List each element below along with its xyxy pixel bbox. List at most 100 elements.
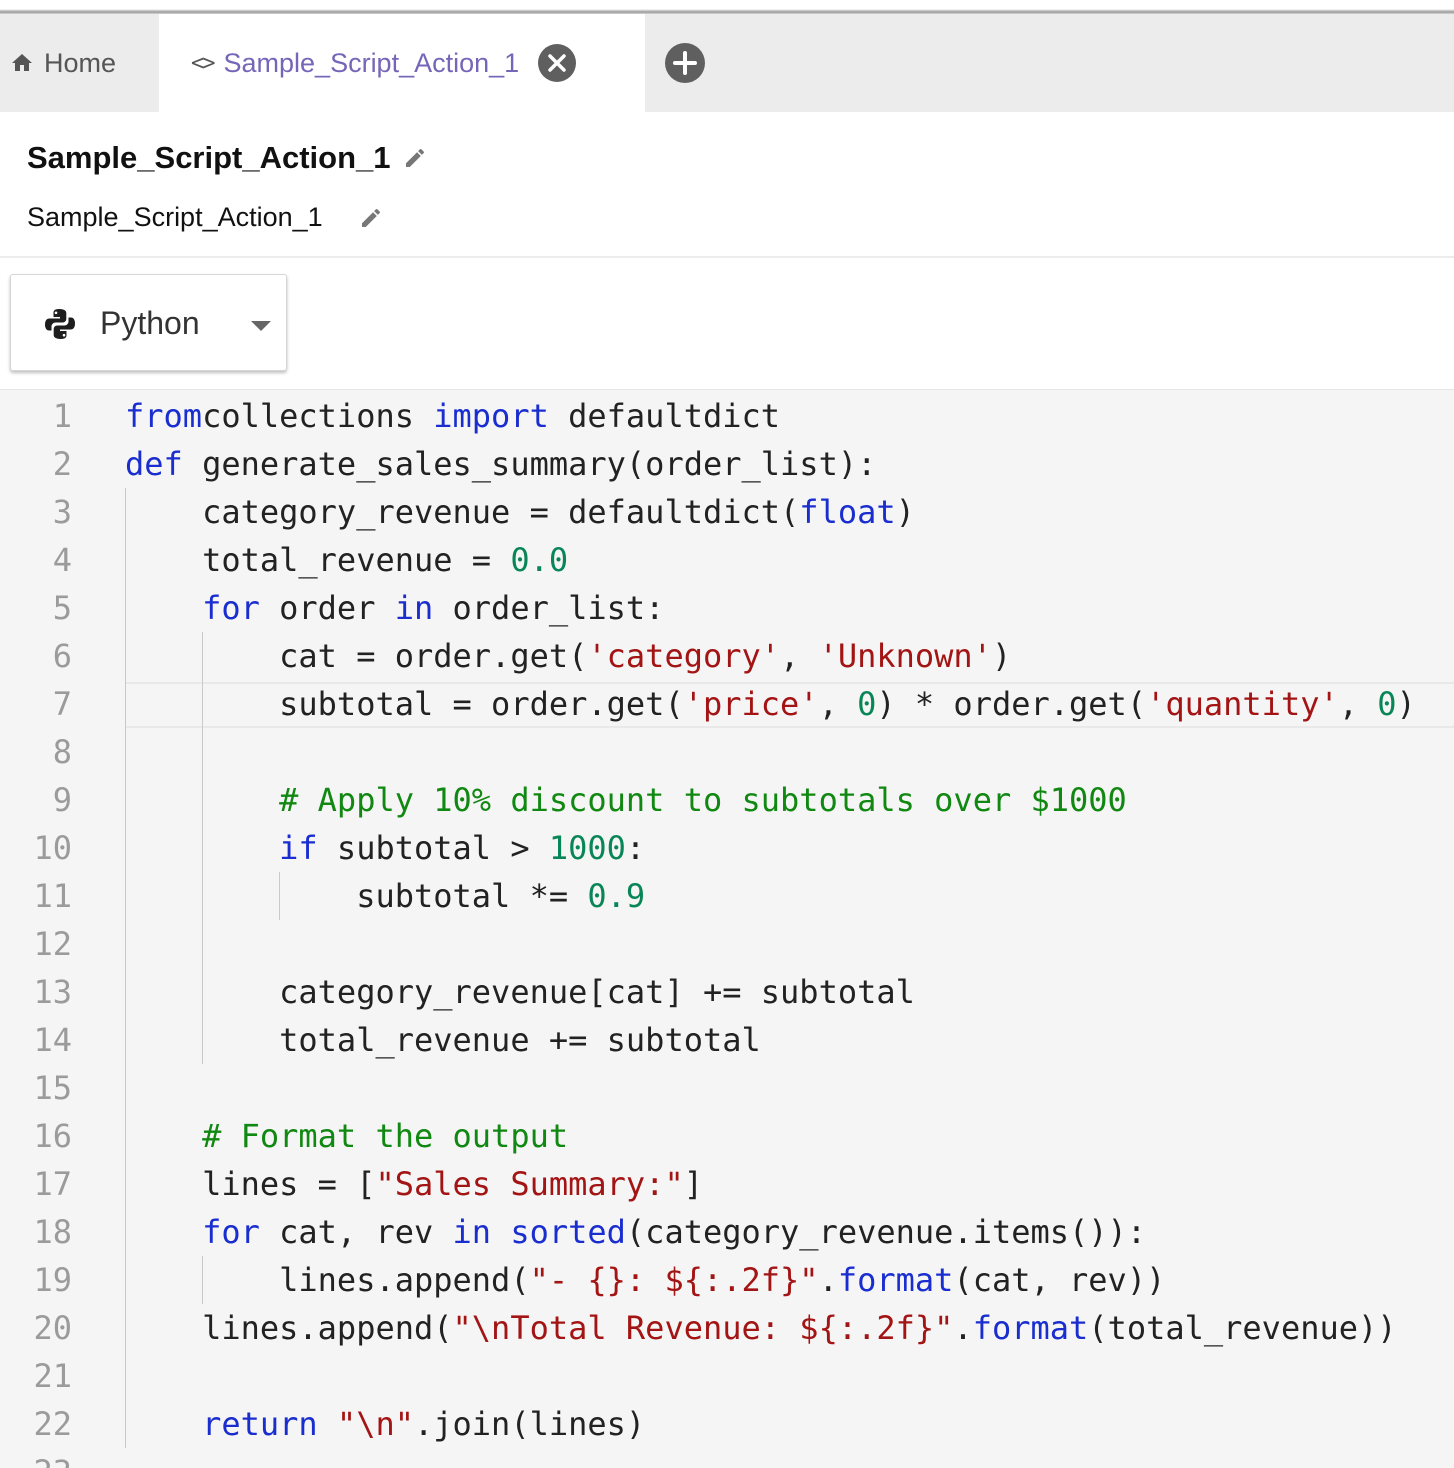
line-number: 3: [52, 493, 72, 531]
edit-description-icon[interactable]: [359, 206, 383, 230]
tab-home[interactable]: Home: [0, 14, 159, 112]
code-line: 12: [0, 920, 1454, 968]
code-token: subtotal >: [317, 829, 549, 867]
line-number: 6: [52, 637, 72, 675]
code-token: ): [991, 637, 1012, 675]
header-divider: [0, 256, 1454, 258]
home-icon: [12, 54, 32, 71]
page-description: Sample_Script_Action_1: [27, 202, 323, 232]
line-number: 17: [33, 1165, 72, 1203]
code-token: "\nTotal Revenue: ${:.2f}": [452, 1309, 954, 1347]
code-text: # Format the output: [125, 1112, 568, 1160]
code-token: ) * order.get(: [876, 685, 1147, 723]
code-token: (total_revenue)): [1088, 1309, 1397, 1347]
code-token: defaultdict: [548, 397, 781, 435]
code-line: 18 for cat, rev in sorted(category_reven…: [0, 1208, 1454, 1256]
code-line: 23: [0, 1448, 1454, 1468]
code-line: 17 lines = ["Sales Summary:"]: [0, 1160, 1454, 1208]
code-token: category_revenue = defaultdict(: [125, 493, 800, 531]
code-token: for: [202, 1213, 260, 1251]
code-text: for order in order_list:: [125, 584, 664, 632]
code-token: 'category': [587, 637, 781, 675]
code-line: 9 # Apply 10% discount to subtotals over…: [0, 776, 1454, 824]
code-line: 5 for order in order_list:: [0, 584, 1454, 632]
code-token: format: [972, 1309, 1089, 1347]
code-editor[interactable]: 1 fromcollections import defaultdict 2 def …: [0, 390, 1454, 1468]
code-token: in: [452, 1213, 492, 1251]
code-token: collections: [202, 397, 434, 435]
code-token: format: [837, 1261, 954, 1299]
edit-title-icon[interactable]: [403, 146, 427, 170]
code-token: 0: [857, 685, 877, 723]
code-line: 22 return "\n".join(lines): [0, 1400, 1454, 1448]
line-number: 9: [52, 781, 72, 819]
code-line: 10 if subtotal > 1000:: [0, 824, 1454, 872]
code-token: subtotal *=: [125, 877, 588, 915]
close-tab-icon[interactable]: [537, 43, 577, 83]
tab-home-label: Home: [44, 47, 117, 78]
code-line: 14 total_revenue += subtotal: [0, 1016, 1454, 1064]
code-line: 15: [0, 1064, 1454, 1112]
code-token: "- {}: ${:.2f}": [529, 1261, 819, 1299]
code-token: ,: [818, 685, 858, 723]
code-token: "\n": [336, 1405, 414, 1443]
code-token: lines = [: [125, 1165, 376, 1203]
code-token: # Format the output: [125, 1117, 569, 1155]
code-token: 1000: [548, 829, 626, 867]
code-token: cat, rev: [259, 1213, 453, 1251]
code-token: sorted: [510, 1213, 626, 1251]
line-number: 20: [33, 1309, 72, 1347]
code-text: subtotal *= 0.9: [125, 872, 645, 920]
code-line: 8: [0, 728, 1454, 776]
code-token: from: [125, 397, 203, 435]
line-number: 13: [33, 973, 72, 1011]
code-token: cat = order.get(: [125, 637, 588, 675]
code-text: fromcollections import defaultdict: [125, 392, 780, 440]
code-line: 20 lines.append("\nTotal Revenue: ${:.2f…: [0, 1304, 1454, 1352]
language-dropdown[interactable]: Python: [10, 274, 287, 371]
code-line: 2 def generate_sales_summary(order_list):: [0, 440, 1454, 488]
line-number: 21: [33, 1357, 72, 1395]
code-token: ): [1396, 685, 1416, 723]
code-token: 0: [1377, 685, 1397, 723]
code-line: 11 subtotal *= 0.9: [0, 872, 1454, 920]
code-token: total_revenue =: [125, 541, 511, 579]
code-text: lines = ["Sales Summary:"]: [125, 1160, 703, 1208]
line-number: 1: [52, 397, 72, 435]
code-line: 16 # Format the output: [0, 1112, 1454, 1160]
code-token: if: [279, 829, 318, 867]
code-text: category_revenue[cat] += subtotal: [125, 968, 915, 1016]
code-token: category_revenue[cat] += subtotal: [125, 973, 915, 1011]
code-token: "Sales Summary:": [375, 1165, 684, 1203]
line-number: 23: [0, 1448, 72, 1468]
page-title: Sample_Script_Action_1: [27, 140, 391, 175]
code-token: in: [394, 589, 434, 627]
chevron-down-icon: [251, 321, 271, 331]
code-token: lines.append(: [125, 1309, 453, 1347]
code-token: lines.append(: [125, 1261, 530, 1299]
code-text: for cat, rev in sorted(category_revenue.…: [125, 1208, 1146, 1256]
code-token: def: [125, 445, 183, 483]
add-tab-icon[interactable]: [663, 41, 707, 85]
line-number: 4: [52, 541, 72, 579]
code-token: .: [818, 1261, 838, 1299]
line-number: 2: [52, 445, 72, 483]
line-number: 11: [33, 877, 72, 915]
code-text: def generate_sales_summary(order_list):: [125, 440, 876, 488]
code-text: total_revenue = 0.0: [125, 536, 568, 584]
code-text: total_revenue += subtotal: [125, 1016, 761, 1064]
code-token: (cat, rev)): [953, 1261, 1166, 1299]
code-line: 7 subtotal = order.get('price', 0) * ord…: [0, 680, 1454, 728]
line-number: 19: [33, 1261, 72, 1299]
line-number: 18: [33, 1213, 72, 1251]
code-text: if subtotal > 1000:: [125, 824, 645, 872]
tab-script-label: Sample_Script_Action_1: [223, 47, 520, 78]
tab-script[interactable]: <> Sample_Script_Action_1: [159, 14, 645, 112]
code-token: return: [202, 1405, 318, 1443]
code-token: generate_sales_summary(order_list):: [182, 445, 877, 483]
code-token: ): [895, 493, 915, 531]
code-text: cat = order.get('category', 'Unknown'): [125, 632, 1011, 680]
code-token: .join(lines): [413, 1405, 646, 1443]
